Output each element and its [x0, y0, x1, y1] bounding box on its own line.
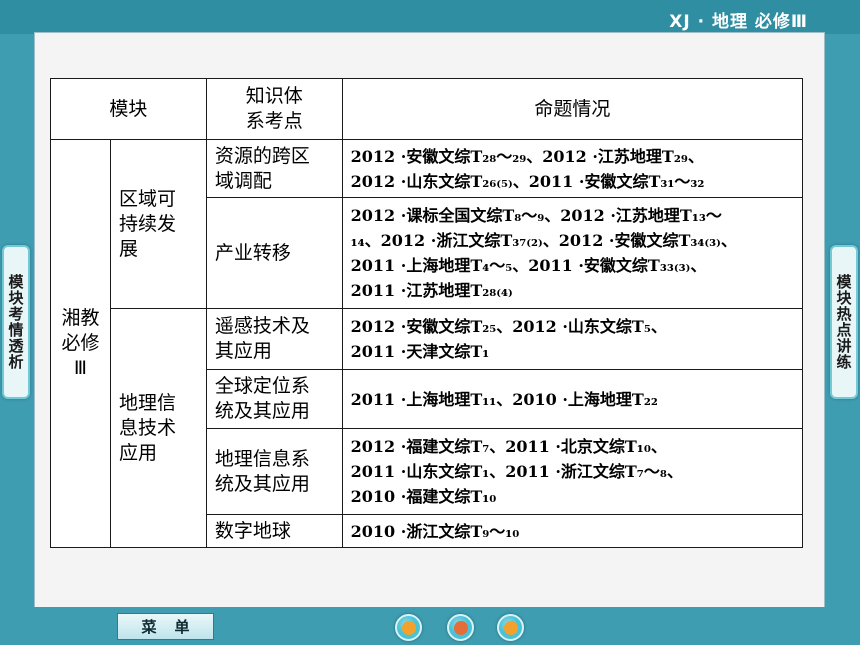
- header-knowledge-points: 知识体 系考点: [205, 78, 343, 140]
- module-cell: 湘教 必修 Ⅲ: [50, 139, 111, 548]
- exam-cell: 2012 ·安徽文综T₂₈～₂₉、2012 ·江苏地理T₂₉、 2012 ·山东…: [341, 139, 804, 198]
- module-hotspot-tab[interactable]: 模块热点讲练: [830, 245, 858, 399]
- module-exam-analysis-tab[interactable]: 模块考情透析: [2, 245, 30, 399]
- course-title: XJ · 地理 必修Ⅲ: [669, 12, 808, 32]
- exam-cell: 2011 ·上海地理T₁₁、2010 ·上海地理T₂₂: [341, 369, 804, 429]
- topic-cell: 资源的跨区 域调配: [205, 139, 343, 198]
- exam-table: 模块 知识体 系考点 命题情况 湘教 必修 Ⅲ 区域可 持续发 展 资源的跨区 …: [50, 78, 804, 548]
- exam-cell: 2012 ·安徽文综T₂₅、2012 ·山东文综T₅、 2011 ·天津文综T₁: [341, 308, 804, 370]
- next-page-icon[interactable]: [497, 614, 524, 641]
- topic-cell: 产业转移: [205, 197, 343, 309]
- menu-button[interactable]: 菜单: [117, 613, 214, 640]
- table-row: 湘教 必修 Ⅲ 区域可 持续发 展 资源的跨区 域调配 2012 ·安徽文综T₂…: [50, 139, 804, 548]
- exam-cell: 2010 ·浙江文综T₉～₁₀: [341, 514, 804, 548]
- table-header-row: 模块 知识体 系考点 命题情况: [50, 78, 804, 140]
- unit-cell: 区域可 持续发 展: [109, 139, 207, 309]
- topic-cell: 遥感技术及 其应用: [205, 308, 343, 370]
- prev-page-icon[interactable]: [395, 614, 422, 641]
- topic-cell: 全球定位系 统及其应用: [205, 369, 343, 429]
- exam-cell: 2012 ·福建文综T₇、2011 ·北京文综T₁₀、 2011 ·山东文综T₁…: [341, 428, 804, 515]
- topic-cell: 数字地球: [205, 514, 343, 548]
- unit-cell: 地理信 息技术 应用: [109, 308, 207, 548]
- header-module: 模块: [50, 78, 207, 140]
- table-row: 地理信 息技术 应用 遥感技术及 其应用 2012 ·安徽文综T₂₅、2012 …: [51, 308, 804, 548]
- exam-cell: 2012 ·课标全国文综T₈～₉、2012 ·江苏地理T₁₃～ ₁₄、2012 …: [341, 197, 804, 309]
- topic-cell: 地理信息系 统及其应用: [205, 428, 343, 515]
- header-exam-situation: 命题情况: [341, 78, 804, 140]
- home-icon[interactable]: [447, 614, 474, 641]
